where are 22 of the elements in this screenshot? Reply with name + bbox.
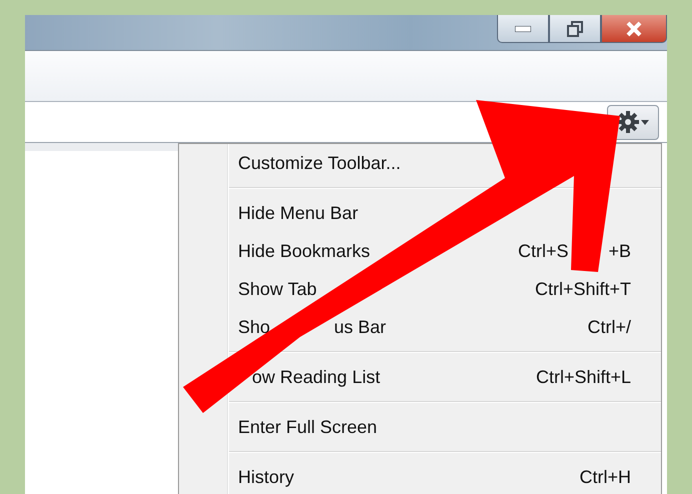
restore-icon bbox=[567, 20, 583, 36]
settings-icon bbox=[616, 110, 650, 134]
menu-item-label: History bbox=[238, 466, 294, 488]
menu-item-shortcut: Ctrl+Shift+L bbox=[536, 366, 631, 388]
menu-item-label: Customize Toolbar... bbox=[238, 152, 401, 174]
menu-item-label: us Bar bbox=[334, 316, 386, 338]
minimize-button[interactable] bbox=[497, 15, 549, 43]
menu-item-shortcut: Ctrl+S bbox=[518, 240, 568, 262]
close-button[interactable] bbox=[601, 15, 667, 43]
menu-item-shortcut: Ctrl+/ bbox=[587, 316, 631, 338]
close-icon bbox=[625, 20, 643, 36]
menu-item-shortcut: +B bbox=[608, 240, 631, 262]
menu-item-label: Sho bbox=[238, 316, 270, 338]
menu-item-shortcut: Ctrl+H bbox=[579, 466, 631, 488]
menu-item-label: Show Tab bbox=[238, 278, 317, 300]
menu-item-label: Hide Menu Bar bbox=[238, 202, 358, 224]
restore-button[interactable] bbox=[549, 15, 601, 43]
menu-item-label: ow Reading List bbox=[252, 366, 380, 388]
menu-item-shortcut: Ctrl+Shift+T bbox=[534, 278, 631, 300]
menu-item-label: Enter Full Screen bbox=[238, 416, 378, 438]
menu-item-label: Hide Bookmarks bbox=[238, 240, 370, 262]
minimize-icon bbox=[515, 26, 531, 32]
